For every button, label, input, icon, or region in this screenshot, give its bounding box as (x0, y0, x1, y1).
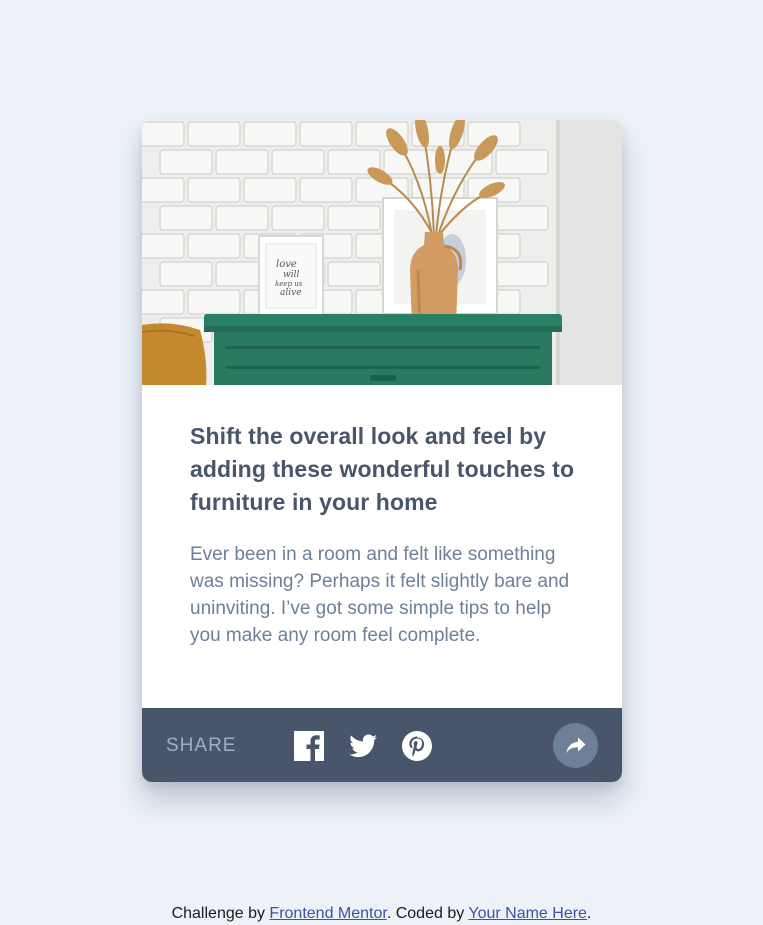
share-arrow-icon (566, 737, 585, 754)
share-button[interactable] (553, 723, 598, 768)
svg-text:love: love (276, 259, 297, 270)
facebook-icon[interactable] (293, 730, 325, 762)
author-link[interactable]: Your Name Here (468, 905, 587, 922)
drawers-image: love will keep us alive (142, 120, 622, 385)
svg-text:alive: alive (280, 288, 302, 298)
svg-text:keep us: keep us (275, 280, 303, 288)
article-description: Ever been in a room and felt like someth… (190, 544, 570, 646)
drawers-illustration: love will keep us alive (142, 120, 622, 385)
attribution-suffix: . (586, 905, 592, 922)
article-title[interactable]: Shift the overall look and feel by addin… (190, 420, 586, 519)
twitter-icon[interactable] (347, 730, 379, 762)
frontend-mentor-link[interactable]: Frontend Mentor (269, 905, 386, 922)
attribution: Challenge by Frontend Mentor. Coded by Y… (0, 905, 763, 923)
share-bar: SHARE (142, 708, 622, 782)
attribution-prefix: Challenge by (171, 905, 270, 922)
share-label: SHARE (166, 735, 237, 756)
article-preview-card: love will keep us alive Shift the overal… (142, 120, 622, 782)
attribution-middle: . Coded by (386, 905, 469, 922)
article-content: Shift the overall look and feel by addin… (190, 420, 586, 649)
pinterest-icon[interactable] (401, 730, 433, 762)
svg-text:will: will (283, 270, 299, 280)
